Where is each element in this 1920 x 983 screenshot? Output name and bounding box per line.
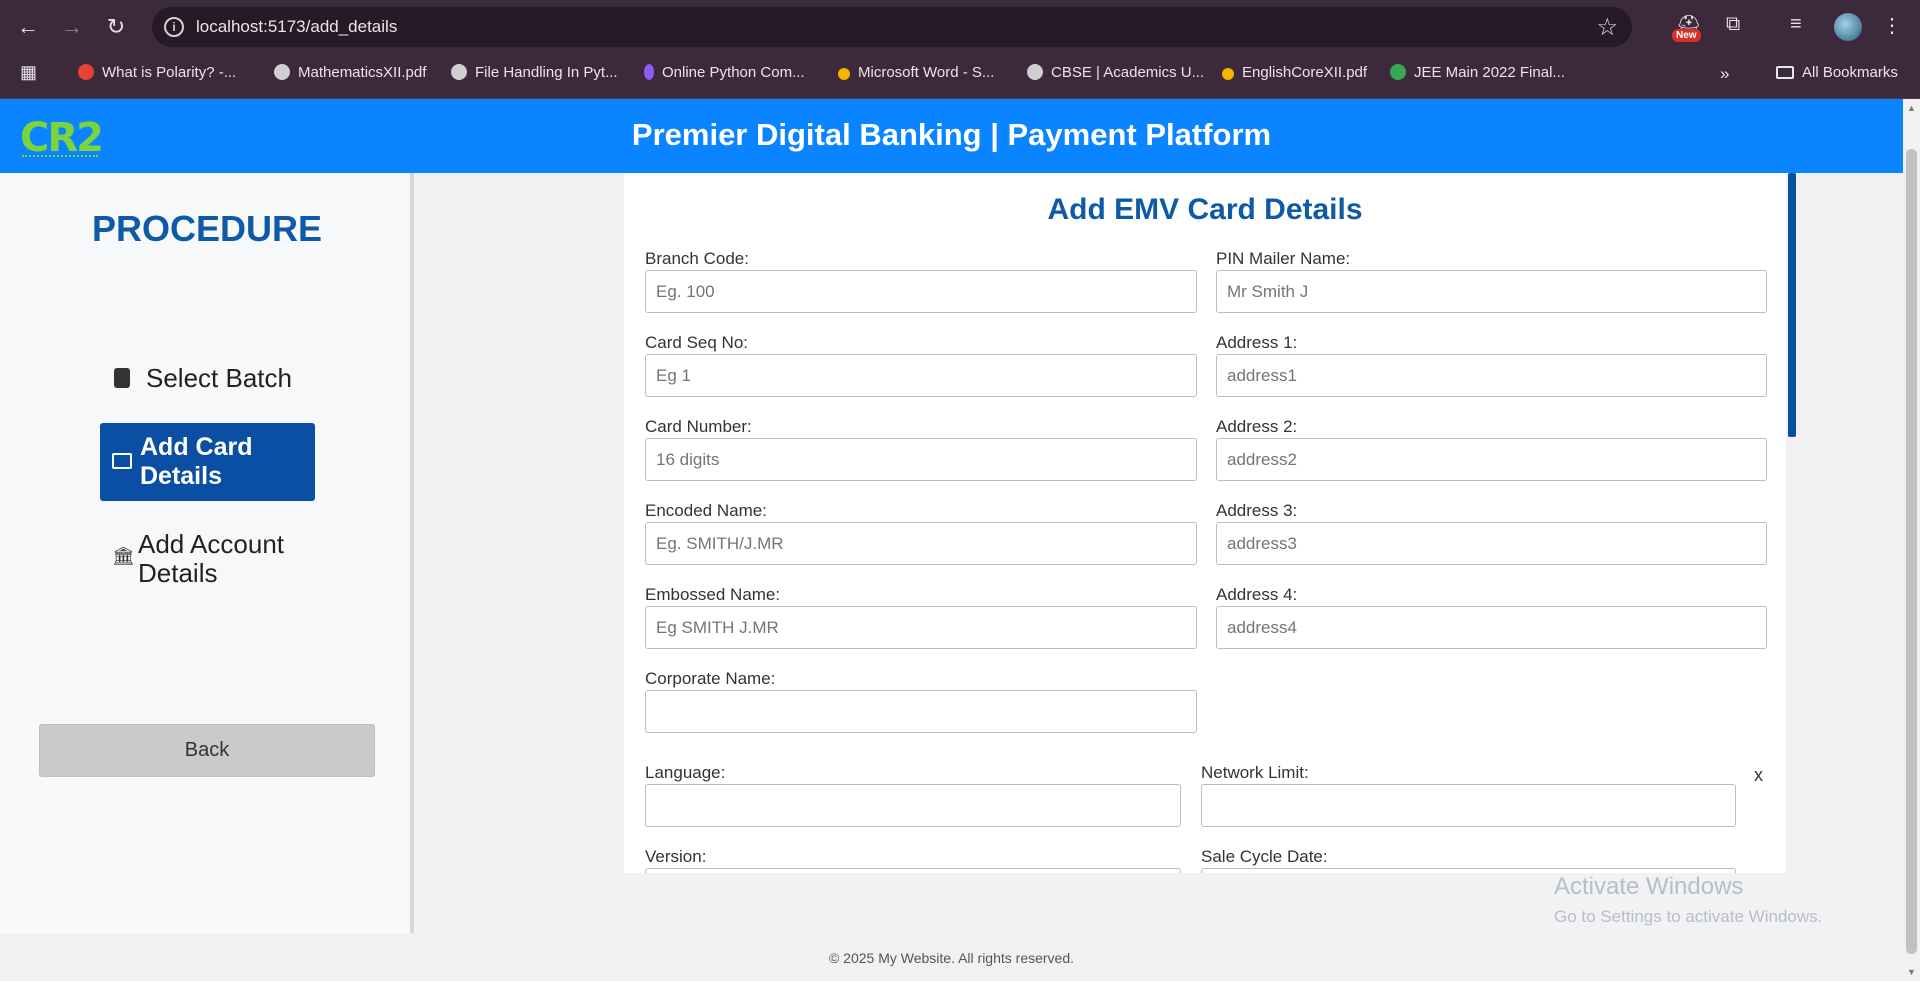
all-bookmarks[interactable]: All Bookmarks <box>1776 64 1898 81</box>
card-seq-no-input[interactable] <box>645 354 1197 397</box>
address2-input[interactable] <box>1216 438 1767 481</box>
bookmark-label: MathematicsXII.pdf <box>298 64 427 81</box>
bookmark-item[interactable]: MathematicsXII.pdf <box>274 64 426 81</box>
bookmark-label: CBSE | Academics U... <box>1051 64 1205 81</box>
new-badge: New <box>1672 29 1701 42</box>
scroll-up-icon[interactable]: ▲ <box>1907 103 1916 113</box>
bookmark-item[interactable]: EnglishCoreXII.pdf <box>1222 64 1367 81</box>
language-label: Language: <box>645 763 726 782</box>
folder-icon <box>1776 66 1794 79</box>
form-title: Add EMV Card Details <box>1047 193 1363 226</box>
bookmark-item[interactable]: JEE Main 2022 Final... <box>1390 64 1565 81</box>
scroll-down-icon[interactable]: ▼ <box>1907 967 1916 977</box>
corporate-name-label: Corporate Name: <box>645 669 776 688</box>
site-info-icon[interactable]: i <box>164 17 184 37</box>
language-input[interactable] <box>645 784 1181 827</box>
url-text[interactable]: localhost:5173/add_details <box>196 17 397 37</box>
sidebar-item-select-batch[interactable]: Select Batch <box>114 363 292 394</box>
address1-input[interactable] <box>1216 354 1767 397</box>
sidebar-title: PROCEDURE <box>91 208 323 249</box>
branch-code-label: Branch Code: <box>645 249 749 268</box>
globe-icon <box>1027 64 1043 80</box>
branch-code-input[interactable] <box>645 270 1197 313</box>
watermark-subtitle: Go to Settings to activate Windows. <box>1554 907 1823 926</box>
sidebar-item-label: Add Account Details <box>138 529 284 588</box>
sale-cycle-date-label: Sale Cycle Date: <box>1201 847 1328 866</box>
sidebar-item-add-account-details[interactable]: 🏛 Add Account Details <box>112 530 332 590</box>
bank-icon: 🏛 <box>112 546 135 566</box>
sidebar-item-add-card-details[interactable]: Add Card Details <box>100 423 315 501</box>
reload-icon[interactable]: ↻ <box>100 11 132 43</box>
bookmark-item[interactable]: What is Polarity? -... <box>78 64 236 81</box>
pin-mailer-name-label: PIN Mailer Name: <box>1216 249 1351 268</box>
windows-watermark: Activate Windows Go to Settings to activ… <box>1554 873 1822 927</box>
profile-avatar[interactable] <box>1834 13 1862 41</box>
globe-icon <box>274 64 290 80</box>
app-header: CR2 Premier Digital Banking | Payment Pl… <box>0 99 1903 173</box>
menu-kebab-icon[interactable]: ⋮ <box>1882 13 1902 38</box>
apps-grid-icon[interactable]: ▦ <box>20 62 37 83</box>
pin-mailer-name-input[interactable] <box>1216 270 1767 313</box>
favicon-icon <box>838 68 850 80</box>
jar-icon <box>114 368 130 388</box>
encoded-name-input[interactable] <box>645 522 1197 565</box>
bookmark-item[interactable]: Microsoft Word - S... <box>838 64 994 81</box>
bookmark-item[interactable]: File Handling In Pyt... <box>451 64 618 81</box>
bookmark-star-icon[interactable]: ☆ <box>1596 13 1618 42</box>
favicon-icon <box>1390 64 1406 80</box>
address-bar[interactable]: i localhost:5173/add_details ☆ <box>152 7 1632 47</box>
bookmark-label: Microsoft Word - S... <box>858 64 995 81</box>
page-scrollbar-thumb[interactable] <box>1906 149 1917 954</box>
back-arrow-icon[interactable]: ← <box>12 11 44 43</box>
bookmarks-bar: ▦ What is Polarity? -... MathematicsXII.… <box>0 54 1920 99</box>
more-bookmarks-icon[interactable]: » <box>1720 64 1729 84</box>
card-number-input[interactable] <box>645 438 1197 481</box>
address3-label: Address 3: <box>1216 501 1298 520</box>
back-button[interactable]: Back <box>39 724 375 777</box>
extensions-puzzle-icon[interactable]: ⧉ <box>1726 13 1740 36</box>
network-limit-input[interactable] <box>1201 784 1736 827</box>
bookmark-label: JEE Main 2022 Final... <box>1414 64 1565 81</box>
bookmark-item[interactable]: Online Python Com... <box>644 64 805 81</box>
embossed-name-label: Embossed Name: <box>645 585 781 604</box>
address4-label: Address 4: <box>1216 585 1298 604</box>
favicon-icon <box>1222 68 1234 80</box>
corporate-name-input[interactable] <box>645 690 1197 733</box>
globe-icon <box>451 64 467 80</box>
address1-label: Address 1: <box>1216 333 1298 352</box>
logo-underline <box>22 155 98 157</box>
network-limit-label: Network Limit: <box>1201 763 1309 782</box>
card-details-form: Add EMV Card Details Branch Code: PIN Ma… <box>624 173 1786 873</box>
media-control-icon[interactable]: ≡ <box>1790 13 1802 36</box>
watermark-title: Activate Windows <box>1554 873 1744 900</box>
browser-toolbar: ← → ↻ i localhost:5173/add_details ☆ ⛑ N… <box>0 0 1920 54</box>
form-scrollbar-thumb[interactable] <box>1788 173 1796 437</box>
address3-input[interactable] <box>1216 522 1767 565</box>
favicon-icon <box>78 64 94 80</box>
all-bookmarks-label: All Bookmarks <box>1802 64 1898 81</box>
address4-input[interactable] <box>1216 606 1767 649</box>
card-number-label: Card Number: <box>645 417 752 436</box>
favicon-icon <box>644 64 654 80</box>
id-card-icon <box>112 453 132 469</box>
address2-label: Address 2: <box>1216 417 1298 436</box>
page-scrollbar[interactable]: ▲ ▼ <box>1903 99 1920 981</box>
footer: © 2025 My Website. All rights reserved. <box>0 933 1903 981</box>
version-input[interactable] <box>645 868 1181 873</box>
embossed-name-input[interactable] <box>645 606 1197 649</box>
page-title: Premier Digital Banking | Payment Platfo… <box>631 117 1272 152</box>
bookmark-label: File Handling In Pyt... <box>475 64 618 81</box>
bookmark-label: EnglishCoreXII.pdf <box>1242 64 1368 81</box>
sidebar-item-label: Add Card Details <box>140 433 253 490</box>
encoded-name-label: Encoded Name: <box>645 501 767 520</box>
forward-arrow-icon[interactable]: → <box>56 11 88 43</box>
bookmark-label: What is Polarity? -... <box>102 64 237 81</box>
version-label: Version: <box>645 847 707 866</box>
sidebar-item-label: Select Batch <box>146 363 292 393</box>
bookmark-label: Online Python Com... <box>662 64 805 81</box>
sidebar: PROCEDURE Select Batch Add Card Details … <box>0 173 414 933</box>
card-seq-no-label: Card Seq No: <box>645 333 748 352</box>
close-row-button[interactable]: x <box>1754 765 1763 786</box>
bookmark-item[interactable]: CBSE | Academics U... <box>1027 64 1204 81</box>
